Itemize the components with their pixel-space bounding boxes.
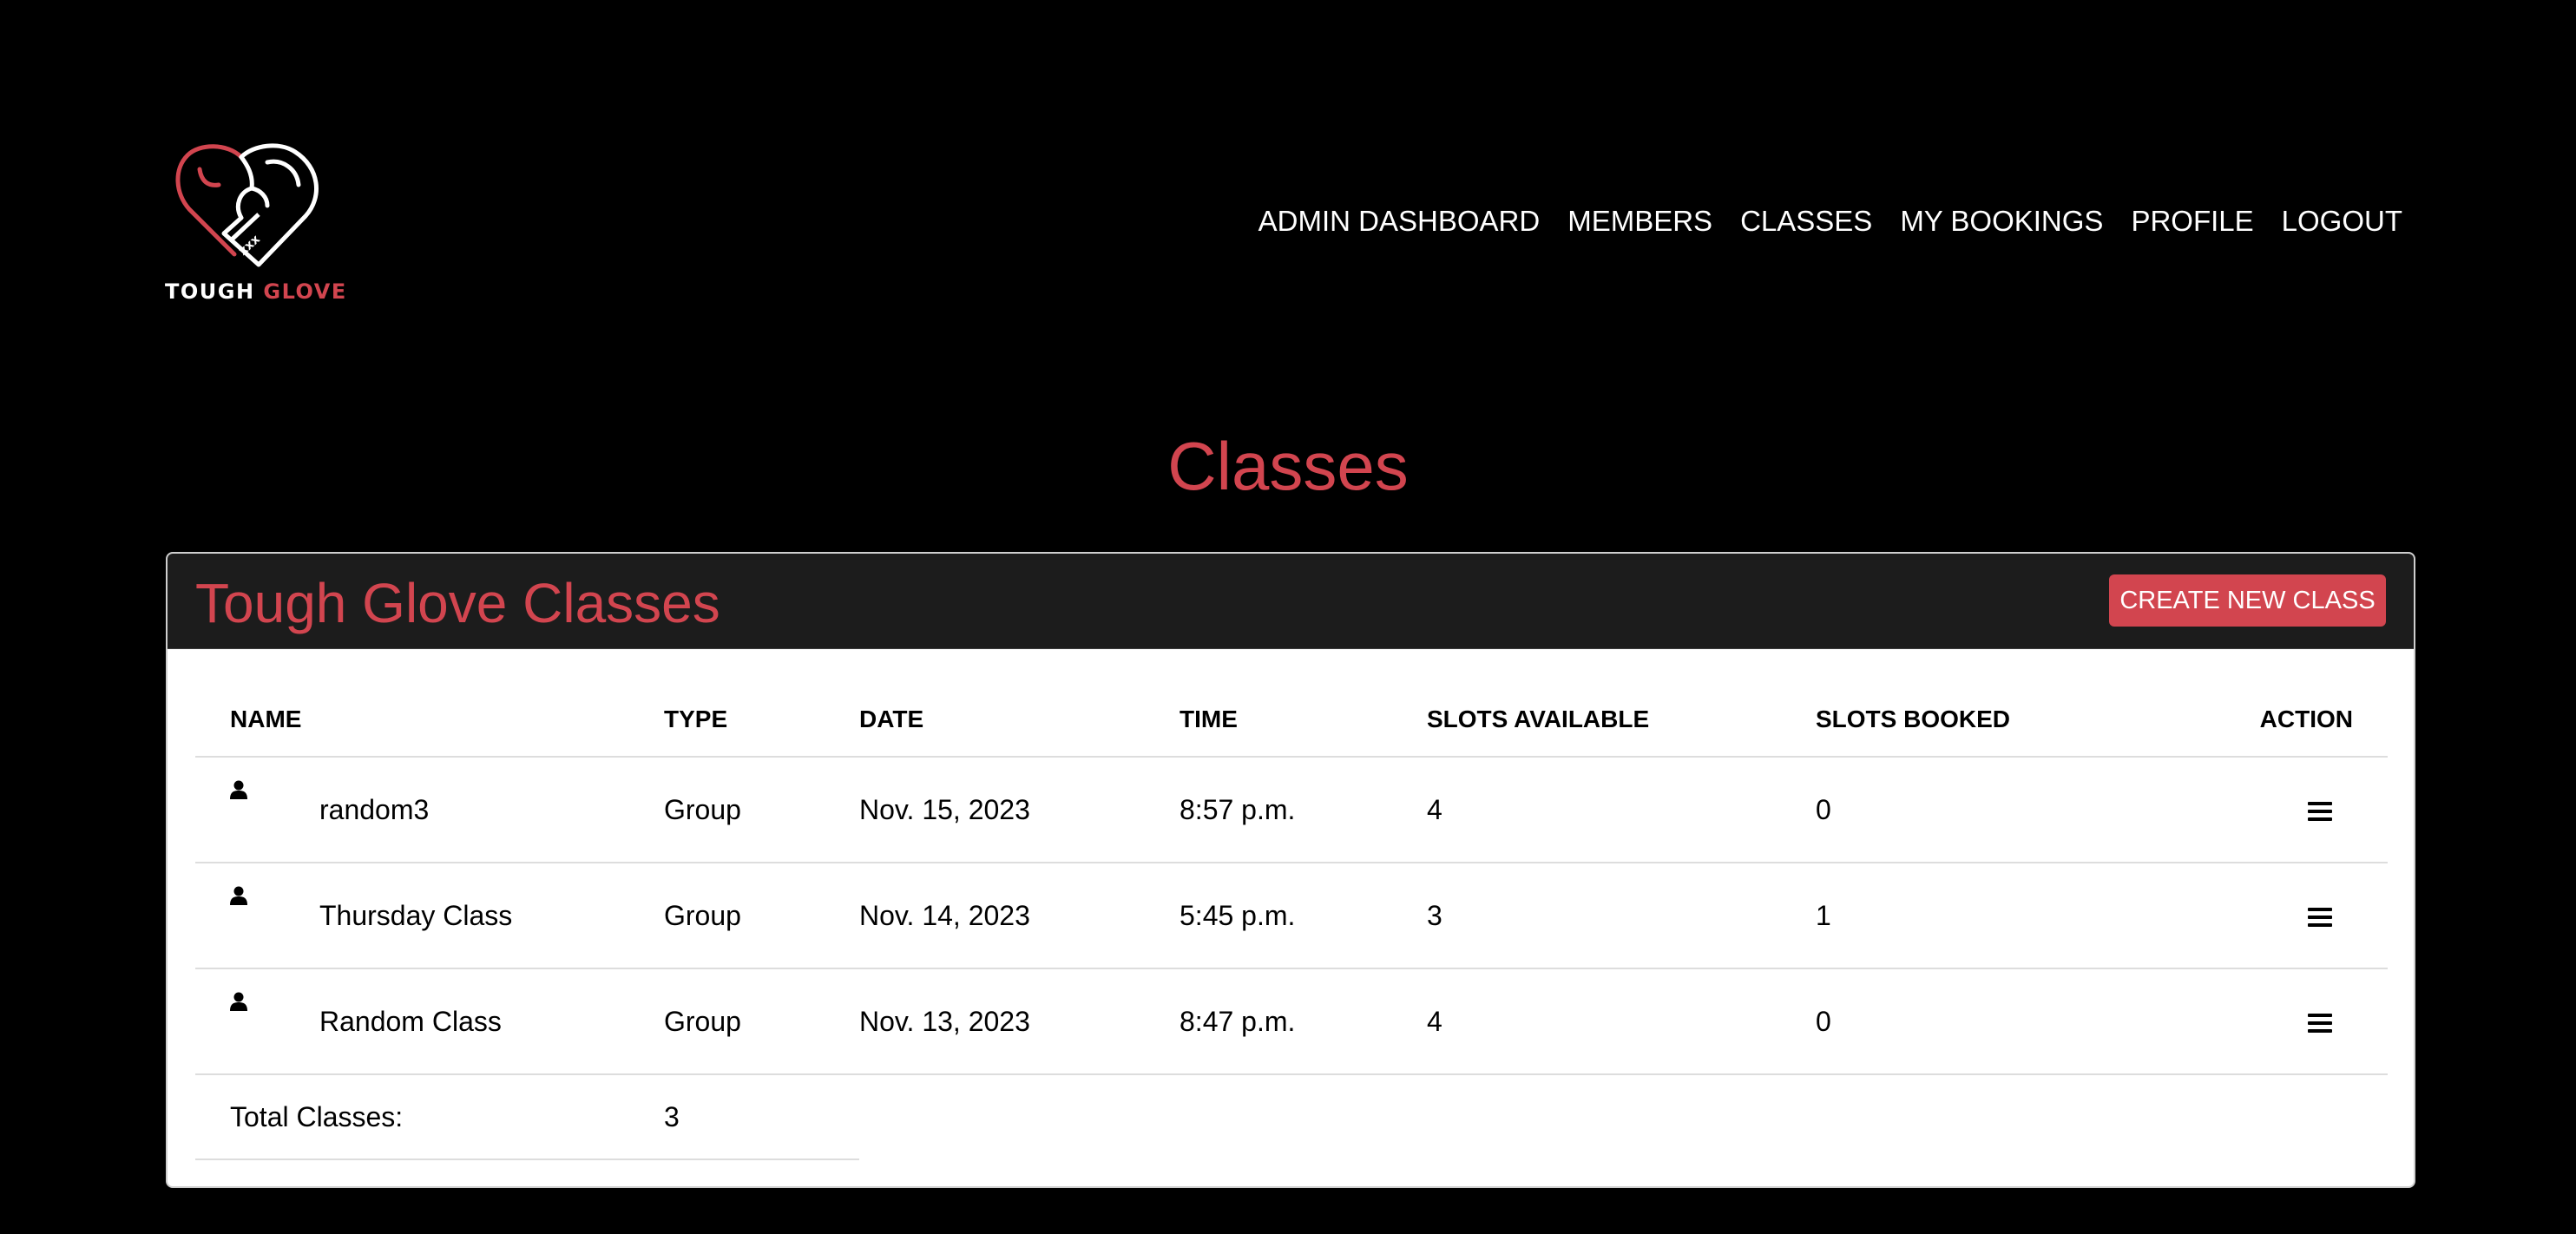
page-title: Classes — [1167, 428, 1409, 504]
total-spacer — [859, 1074, 1180, 1159]
nav-admin-dashboard[interactable]: ADMIN DASHBOARD — [1258, 205, 1541, 238]
class-name: Thursday Class — [319, 899, 513, 931]
brand-name: TOUGH GLOVE — [165, 279, 345, 304]
card-header: Tough Glove Classes CREATE NEW CLASS — [168, 554, 2414, 649]
nav-profile[interactable]: PROFILE — [2131, 205, 2253, 238]
header-date: DATE — [859, 649, 1180, 758]
cell-slots-available: 4 — [1427, 757, 1816, 863]
classes-card: Tough Glove Classes CREATE NEW CLASS NAM… — [166, 552, 2415, 1188]
header-name: NAME — [195, 649, 664, 758]
brand-name-part1: TOUGH — [165, 279, 255, 304]
total-label: Total Classes: — [195, 1074, 664, 1160]
cell-action — [2163, 863, 2388, 969]
header-slots-available: SLOTS AVAILABLE — [1427, 649, 1816, 758]
cell-type: Group — [664, 968, 859, 1075]
cell-date: Nov. 14, 2023 — [859, 863, 1180, 969]
cell-action — [2163, 968, 2388, 1075]
cell-time: 8:57 p.m. — [1180, 757, 1427, 863]
total-spacer — [2163, 1074, 2388, 1159]
page: xxx TOUGH GLOVE ADMIN DASHBOARD MEMBERS … — [0, 0, 2576, 1234]
cell-type: Group — [664, 863, 859, 969]
cell-slots-available: 4 — [1427, 968, 1816, 1075]
cell-name: Thursday Class — [195, 863, 664, 969]
header-time: TIME — [1180, 649, 1427, 758]
total-spacer — [1180, 1074, 1427, 1159]
person-icon — [230, 780, 247, 799]
cell-name: random3 — [195, 757, 664, 863]
table-header-row: NAME TYPE DATE TIME SLOTS AVAILABLE SLOT… — [195, 649, 2388, 758]
cell-slots-available: 3 — [1427, 863, 1816, 969]
header-type: TYPE — [664, 649, 859, 758]
nav-logout[interactable]: LOGOUT — [2282, 205, 2402, 238]
table-row: Random Class Group Nov. 13, 2023 8:47 p.… — [195, 968, 2388, 1075]
cell-time: 5:45 p.m. — [1180, 863, 1427, 969]
total-spacer — [1816, 1074, 2163, 1159]
boxing-glove-heart-icon: xxx — [175, 143, 319, 267]
cell-time: 8:47 p.m. — [1180, 968, 1427, 1075]
cell-date: Nov. 13, 2023 — [859, 968, 1180, 1075]
cell-name: Random Class — [195, 968, 664, 1075]
person-icon — [230, 992, 247, 1011]
brand-name-part2: GLOVE — [263, 279, 347, 304]
cell-slots-booked: 0 — [1816, 968, 2163, 1075]
table-row: random3 Group Nov. 15, 2023 8:57 p.m. 4 … — [195, 757, 2388, 863]
total-row: Total Classes: 3 — [195, 1074, 2388, 1160]
class-name: random3 — [319, 793, 430, 825]
menu-icon[interactable] — [2308, 1013, 2332, 1034]
classes-table-wrap: NAME TYPE DATE TIME SLOTS AVAILABLE SLOT… — [195, 649, 2388, 1160]
total-value: 3 — [664, 1074, 859, 1160]
menu-icon[interactable] — [2308, 801, 2332, 822]
person-icon — [230, 886, 247, 905]
menu-icon[interactable] — [2308, 907, 2332, 928]
classes-table: NAME TYPE DATE TIME SLOTS AVAILABLE SLOT… — [195, 649, 2388, 1160]
create-new-class-button[interactable]: CREATE NEW CLASS — [2109, 574, 2386, 627]
cell-date: Nov. 15, 2023 — [859, 757, 1180, 863]
class-name: Random Class — [319, 1005, 502, 1037]
nav-classes[interactable]: CLASSES — [1740, 205, 1872, 238]
cell-action — [2163, 757, 2388, 863]
svg-text:xxx: xxx — [236, 233, 263, 259]
header-action: ACTION — [2163, 649, 2388, 758]
nav-my-bookings[interactable]: MY BOOKINGS — [1900, 205, 2103, 238]
table-row: Thursday Class Group Nov. 14, 2023 5:45 … — [195, 863, 2388, 969]
total-spacer — [1427, 1074, 1816, 1159]
cell-slots-booked: 1 — [1816, 863, 2163, 969]
header-slots-booked: SLOTS BOOKED — [1816, 649, 2163, 758]
main-nav: ADMIN DASHBOARD MEMBERS CLASSES MY BOOKI… — [1258, 205, 2402, 238]
card-title: Tough Glove Classes — [195, 572, 720, 634]
cell-type: Group — [664, 757, 859, 863]
nav-members[interactable]: MEMBERS — [1567, 205, 1712, 238]
brand-logo[interactable]: xxx TOUGH GLOVE — [165, 143, 345, 308]
cell-slots-booked: 0 — [1816, 757, 2163, 863]
